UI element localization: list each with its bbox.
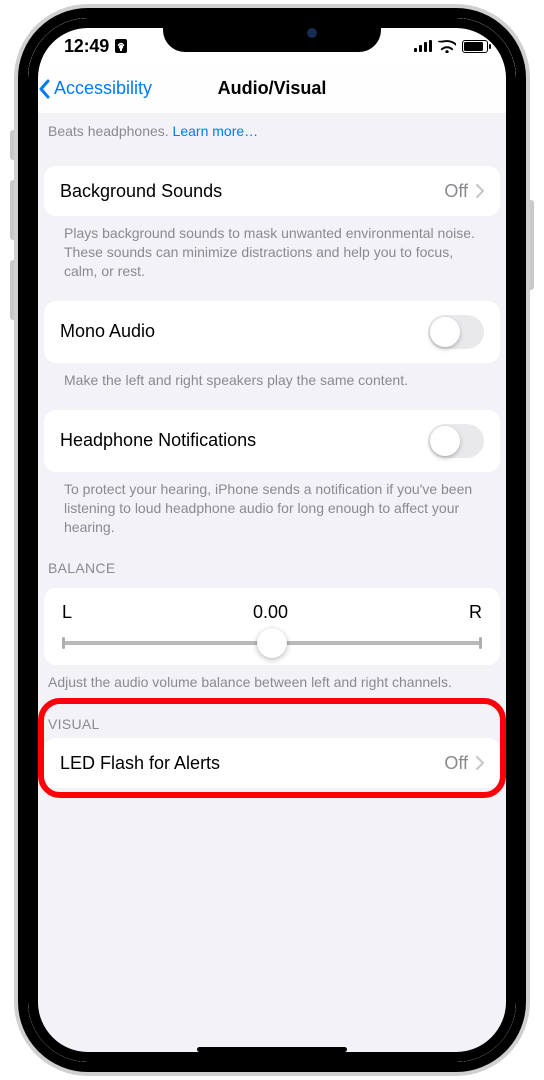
- chevron-right-icon: [476, 756, 484, 770]
- background-sounds-value: Off: [444, 181, 468, 202]
- battery-icon: [462, 40, 488, 53]
- silence-switch: [10, 130, 18, 160]
- balance-left-label: L: [62, 602, 72, 623]
- background-sounds-cell[interactable]: Background Sounds Off: [44, 166, 500, 216]
- mono-audio-footer: Make the left and right speakers play th…: [44, 363, 500, 390]
- mono-audio-label: Mono Audio: [60, 321, 155, 342]
- nav-bar: Accessibility Audio/Visual: [28, 64, 516, 114]
- background-sounds-label: Background Sounds: [60, 181, 222, 202]
- home-indicator[interactable]: [197, 1047, 347, 1052]
- led-flash-label: LED Flash for Alerts: [60, 753, 220, 774]
- volume-down-button: [10, 260, 18, 320]
- chevron-left-icon: [38, 79, 50, 99]
- phone-frame: 12:49 Accessibility Audio/Visual: [18, 8, 526, 1072]
- balance-right-label: R: [469, 602, 482, 623]
- scroll-indicator[interactable]: [509, 138, 512, 638]
- mono-audio-cell: Mono Audio: [44, 301, 500, 363]
- notch: [163, 18, 381, 52]
- chevron-right-icon: [476, 184, 484, 198]
- nav-title: Audio/Visual: [218, 78, 327, 99]
- balance-section-header: BALANCE: [28, 536, 516, 582]
- slider-tick: [62, 637, 65, 649]
- beats-helper-text: Beats headphones. Learn more…: [28, 114, 516, 146]
- toggle-knob: [430, 317, 460, 347]
- slider-tick: [479, 637, 482, 649]
- back-button[interactable]: Accessibility: [38, 78, 152, 99]
- background-sounds-footer: Plays background sounds to mask unwanted…: [44, 216, 500, 281]
- mono-audio-toggle[interactable]: [428, 315, 484, 349]
- balance-slider-cell: L 0.00 R: [44, 588, 500, 665]
- learn-more-link[interactable]: Learn more…: [173, 123, 259, 139]
- settings-content[interactable]: Beats headphones. Learn more… Background…: [28, 114, 516, 808]
- screen: 12:49 Accessibility Audio/Visual: [28, 18, 516, 1062]
- balance-footer: Adjust the audio volume balance between …: [28, 665, 516, 692]
- power-button: [526, 200, 534, 290]
- back-label: Accessibility: [54, 78, 152, 99]
- headphone-notifications-label: Headphone Notifications: [60, 430, 256, 451]
- led-flash-cell[interactable]: LED Flash for Alerts Off: [44, 738, 500, 788]
- visual-section-header: VISUAL: [28, 692, 516, 738]
- front-camera-icon: [307, 28, 317, 38]
- headphone-notifications-toggle[interactable]: [428, 424, 484, 458]
- toggle-knob: [430, 426, 460, 456]
- headphone-notifications-cell: Headphone Notifications: [44, 410, 500, 472]
- balance-value: 0.00: [253, 602, 288, 623]
- cellular-signal-icon: [414, 40, 432, 52]
- headphone-notifications-footer: To protect your hearing, iPhone sends a …: [44, 472, 500, 537]
- wifi-icon: [438, 40, 456, 53]
- slider-thumb[interactable]: [257, 628, 287, 658]
- balance-slider[interactable]: [62, 641, 482, 645]
- volume-up-button: [10, 180, 18, 240]
- portrait-lock-icon: [114, 38, 128, 54]
- led-flash-value: Off: [444, 753, 468, 774]
- status-time: 12:49: [64, 36, 109, 57]
